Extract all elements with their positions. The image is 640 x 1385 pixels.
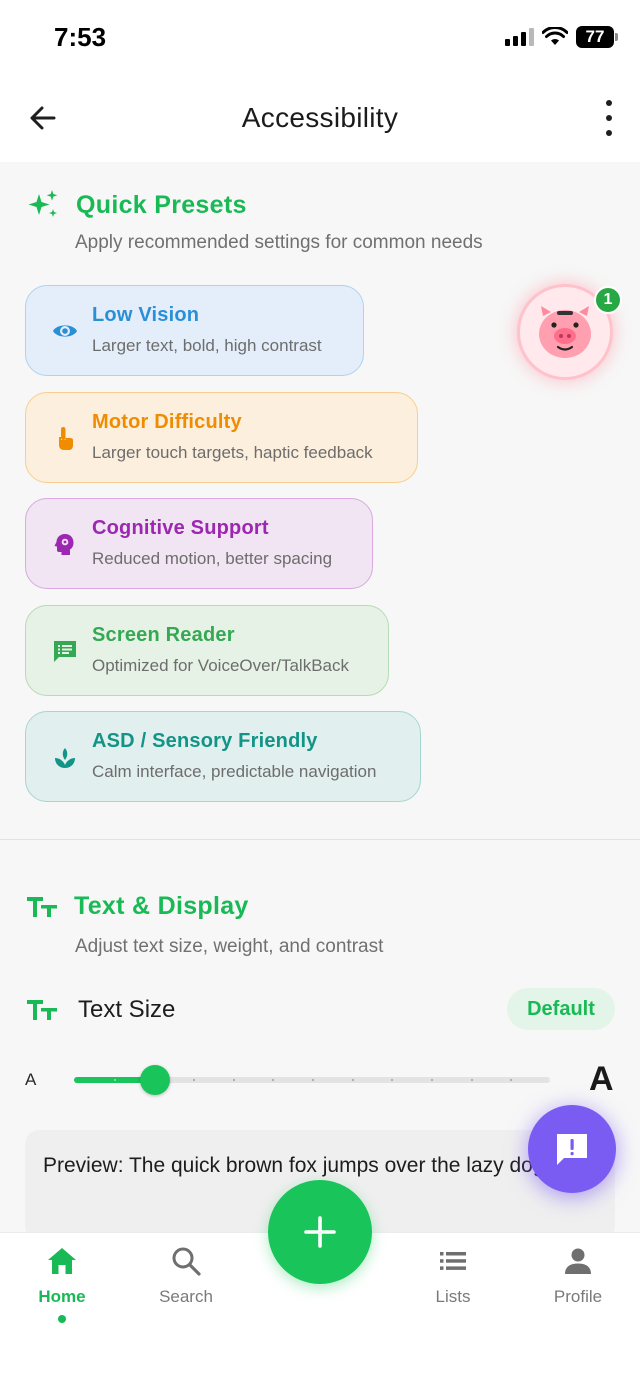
preset-motor-difficulty[interactable]: Motor Difficulty Larger touch targets, h…	[25, 392, 418, 483]
preset-title: Low Vision	[92, 304, 200, 326]
preset-screen-reader[interactable]: Screen Reader Optimized for VoiceOver/Ta…	[25, 605, 389, 696]
slider-tick	[114, 1079, 116, 1081]
section-divider	[0, 839, 640, 840]
status-icons: 77	[505, 26, 618, 48]
section-title: Quick Presets	[76, 190, 247, 219]
slider-tick	[352, 1079, 354, 1081]
slider-tick	[391, 1079, 393, 1081]
feedback-button[interactable]	[528, 1105, 616, 1193]
text-size-label: Text Size	[78, 996, 176, 1023]
home-icon	[48, 1248, 76, 1274]
nav-label: Search	[159, 1287, 213, 1306]
preset-title: ASD / Sensory Friendly	[92, 730, 318, 752]
app-bar: Accessibility	[0, 76, 640, 162]
person-icon	[565, 1248, 591, 1274]
preset-description: Optimized for VoiceOver/TalkBack	[92, 656, 349, 675]
brain-icon	[54, 534, 74, 555]
preset-asd-sensory-friendly[interactable]: ASD / Sensory Friendly Calm interface, p…	[25, 711, 421, 802]
slider-max-label: A	[589, 1060, 614, 1098]
list-icon	[440, 1252, 466, 1270]
slider-min-label: A	[25, 1070, 37, 1089]
section-subtitle: Adjust text size, weight, and contrast	[75, 936, 384, 957]
lotus-icon	[55, 748, 75, 768]
add-button[interactable]	[268, 1180, 372, 1284]
preset-description: Larger text, bold, high contrast	[92, 336, 322, 355]
preset-description: Reduced motion, better spacing	[92, 549, 333, 568]
preset-title: Motor Difficulty	[92, 411, 242, 433]
search-icon	[172, 1247, 201, 1276]
slider-tick	[193, 1079, 195, 1081]
slider-tick	[233, 1079, 235, 1081]
nav-lists[interactable]: Lists	[398, 1245, 508, 1307]
wifi-icon	[542, 27, 568, 45]
text-size-value-badge: Default	[507, 988, 615, 1030]
notification-badge: 1	[594, 286, 622, 314]
preset-title: Screen Reader	[92, 624, 235, 646]
battery-icon: 77	[576, 26, 618, 48]
preset-description: Calm interface, predictable navigation	[92, 762, 377, 781]
nav-label: Profile	[553, 1287, 603, 1306]
nav-label: Home	[38, 1287, 86, 1306]
plus-icon	[304, 1216, 336, 1248]
slider-tick	[471, 1079, 473, 1081]
slider-tick	[312, 1079, 314, 1081]
eye-icon	[53, 325, 77, 337]
section-title: Text & Display	[74, 892, 249, 920]
nav-profile[interactable]: Profile	[523, 1245, 633, 1307]
preset-description: Larger touch targets, haptic feedback	[92, 443, 373, 462]
preset-cognitive-support[interactable]: Cognitive Support Reduced motion, better…	[25, 498, 373, 589]
preset-low-vision[interactable]: Low Vision Larger text, bold, high contr…	[25, 285, 364, 376]
nav-search[interactable]: Search	[131, 1245, 241, 1307]
slider-tick	[510, 1079, 512, 1081]
slider-tick	[272, 1079, 274, 1081]
page-title: Accessibility	[241, 102, 399, 133]
pig-icon	[539, 306, 591, 358]
quick-presets-header: Quick Presets	[26, 188, 247, 222]
nav-label: Lists	[435, 1287, 471, 1306]
chat-list-icon	[54, 641, 76, 662]
section-subtitle: Apply recommended settings for common ne…	[75, 232, 483, 253]
preset-title: Cognitive Support	[92, 517, 269, 539]
cellular-signal-icon	[505, 28, 534, 46]
text-fields-icon	[27, 896, 57, 917]
active-indicator	[58, 1315, 66, 1323]
status-time: 7:53	[54, 22, 107, 52]
text-size-slider[interactable]	[74, 1065, 550, 1095]
nav-home[interactable]: Home	[7, 1245, 117, 1323]
sparkles-icon	[28, 190, 58, 217]
text-display-header: Text & Display	[26, 892, 249, 921]
status-bar: 7:53 77	[0, 0, 640, 76]
more-options-icon[interactable]	[600, 100, 618, 136]
text-size-icon	[27, 1000, 57, 1020]
feedback-icon	[557, 1134, 587, 1165]
slider-tick	[431, 1079, 433, 1081]
slider-thumb[interactable]	[140, 1065, 170, 1095]
touch-icon	[59, 427, 73, 450]
